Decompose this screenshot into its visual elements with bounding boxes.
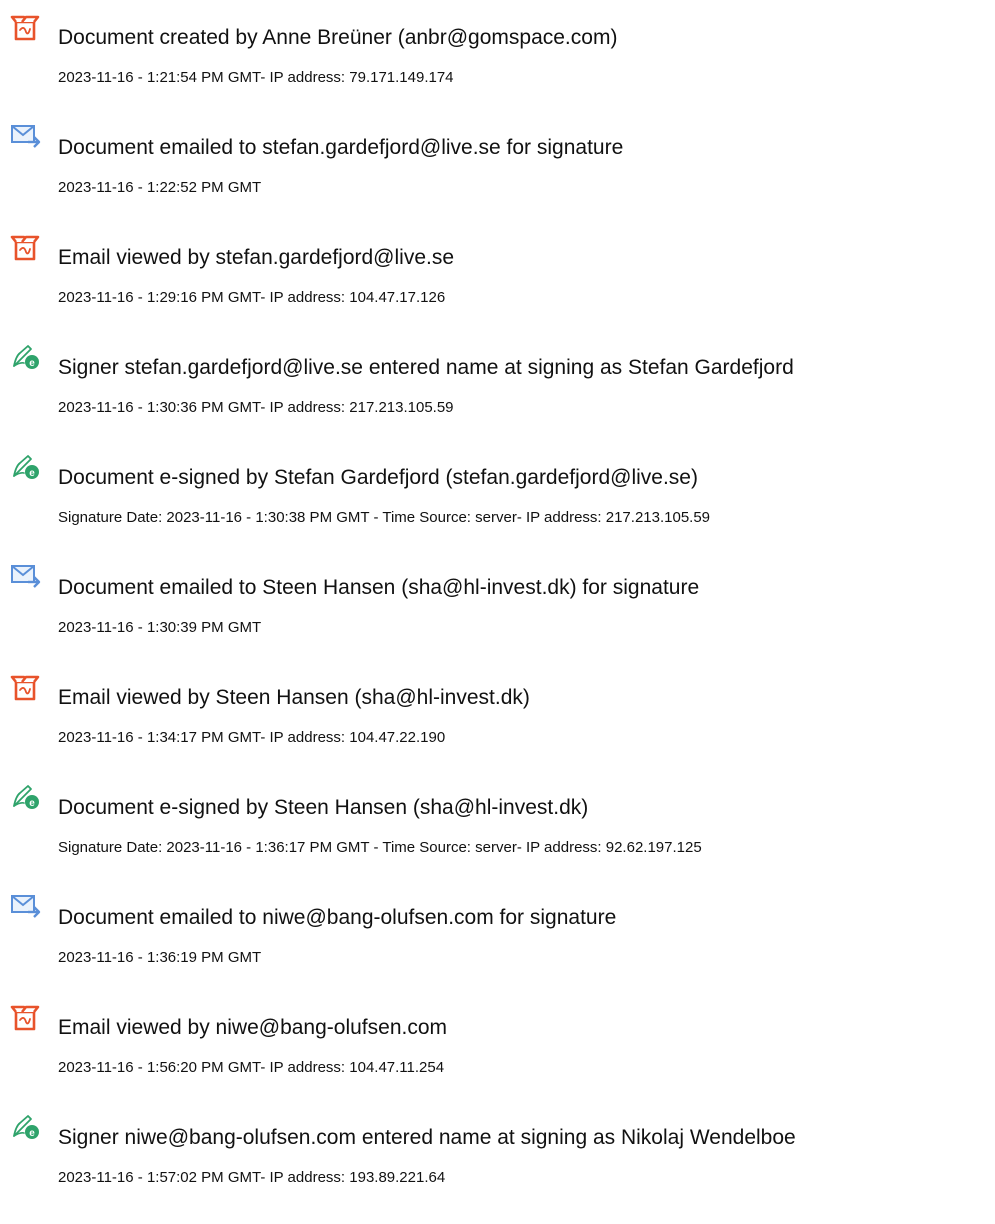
e-sign-icon: e — [10, 782, 44, 812]
event-timestamp: 2023-11-16 - 1:34:17 PM GMT- IP address:… — [58, 729, 446, 746]
svg-text:e: e — [29, 468, 35, 479]
event-timestamp: 2023-11-16 - 1:22:52 PM GMT — [58, 179, 262, 196]
audit-event: Document emailed to stefan.gardefjord@li… — [0, 122, 995, 212]
audit-event: e Signer stefan.gardefjord@live.se enter… — [0, 342, 995, 432]
event-timestamp: 2023-11-16 - 1:57:02 PM GMT- IP address:… — [58, 1169, 446, 1186]
event-title: Document e-signed by Steen Hansen (sha@h… — [58, 796, 589, 819]
svg-text:e: e — [29, 1128, 35, 1139]
event-timestamp: 2023-11-16 - 1:29:16 PM GMT- IP address:… — [58, 289, 446, 306]
svg-text:e: e — [29, 798, 35, 809]
e-sign-icon: e — [10, 452, 44, 482]
event-title: Document emailed to niwe@bang-olufsen.co… — [58, 906, 617, 929]
event-timestamp: 2023-11-16 - 1:30:36 PM GMT- IP address:… — [58, 399, 454, 416]
event-title: Document created by Anne Breüner (anbr@g… — [58, 26, 618, 49]
event-timestamp: Signature Date: 2023-11-16 - 1:30:38 PM … — [58, 509, 711, 526]
audit-event: Email viewed by niwe@bang-olufsen.com 20… — [0, 1002, 995, 1092]
event-title: Document e-signed by Stefan Gardefjord (… — [58, 466, 698, 489]
email-sent-icon — [10, 892, 44, 922]
event-title: Email viewed by Steen Hansen (sha@hl-inv… — [58, 686, 530, 709]
audit-event: e Document e-signed by Stefan Gardefjord… — [0, 452, 995, 542]
document-created-icon — [10, 12, 44, 42]
event-timestamp: 2023-11-16 - 1:36:19 PM GMT — [58, 949, 262, 966]
event-title: Document emailed to stefan.gardefjord@li… — [58, 136, 624, 159]
audit-event: Document emailed to niwe@bang-olufsen.co… — [0, 892, 995, 982]
event-title: Signer niwe@bang-olufsen.com entered nam… — [58, 1126, 796, 1149]
event-timestamp: 2023-11-16 - 1:21:54 PM GMT- IP address:… — [58, 69, 454, 86]
e-sign-icon: e — [10, 342, 44, 372]
document-viewed-icon — [10, 232, 44, 262]
event-title: Email viewed by stefan.gardefjord@live.s… — [58, 246, 455, 269]
audit-event: Document emailed to Steen Hansen (sha@hl… — [0, 562, 995, 652]
document-viewed-icon — [10, 1002, 44, 1032]
email-sent-icon — [10, 562, 44, 592]
event-title: Document emailed to Steen Hansen (sha@hl… — [58, 576, 700, 599]
audit-event: Email viewed by stefan.gardefjord@live.s… — [0, 232, 995, 322]
e-sign-icon: e — [10, 1112, 44, 1142]
event-timestamp: 2023-11-16 - 1:30:39 PM GMT — [58, 619, 262, 636]
audit-event: Document created by Anne Breüner (anbr@g… — [0, 12, 995, 102]
document-viewed-icon — [10, 672, 44, 702]
event-title: Email viewed by niwe@bang-olufsen.com — [58, 1016, 448, 1039]
email-sent-icon — [10, 122, 44, 152]
audit-event: e Signer niwe@bang-olufsen.com entered n… — [0, 1112, 995, 1202]
event-timestamp: Signature Date: 2023-11-16 - 1:36:17 PM … — [58, 839, 702, 856]
event-title: Signer stefan.gardefjord@live.se entered… — [58, 356, 794, 379]
audit-event: Email viewed by Steen Hansen (sha@hl-inv… — [0, 672, 995, 762]
svg-text:e: e — [29, 358, 35, 369]
event-timestamp: 2023-11-16 - 1:56:20 PM GMT- IP address:… — [58, 1059, 445, 1076]
audit-event: e Document e-signed by Steen Hansen (sha… — [0, 782, 995, 872]
